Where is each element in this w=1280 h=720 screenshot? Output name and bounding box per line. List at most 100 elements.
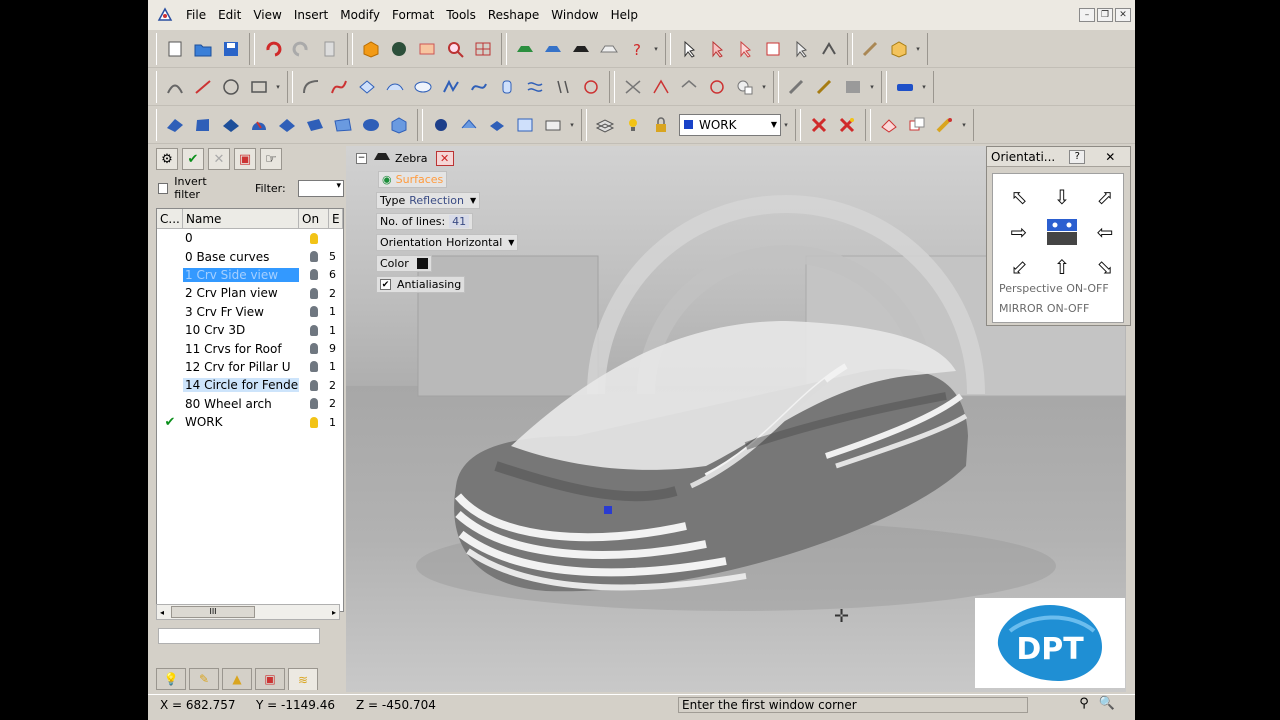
analyze-icon[interactable] [619, 73, 647, 101]
view-perspective-cube-icon[interactable] [1039, 214, 1085, 250]
antialiasing-toggle[interactable]: ✔ Antialiasing [376, 276, 466, 293]
layer-visibility-toggle[interactable] [299, 269, 329, 281]
menu-tools[interactable]: Tools [440, 0, 482, 30]
layer-name[interactable]: 14 Circle for Fender [183, 378, 299, 393]
layer-row[interactable]: 2 Crv Plan view 2 [157, 284, 343, 302]
mesh-icon[interactable] [521, 73, 549, 101]
layer-visibility-toggle[interactable] [299, 306, 329, 318]
save-icon[interactable] [217, 35, 245, 63]
scale-icon[interactable] [759, 35, 787, 63]
car-view-icon[interactable] [511, 35, 539, 63]
view-top-icon[interactable]: ⇩ [1039, 180, 1085, 214]
toolbar-more-icon-2[interactable]: ▾ [913, 45, 923, 53]
cube-icon[interactable] [885, 35, 913, 63]
layer-visibility-toggle[interactable] [299, 287, 329, 299]
antialiasing-checkbox[interactable]: ✔ [380, 279, 391, 290]
bridge-icon[interactable] [465, 73, 493, 101]
orientation-close-button[interactable]: ✕ [1105, 150, 1115, 164]
menu-view[interactable]: View [247, 0, 287, 30]
toolbar-more-icon-9[interactable]: ▾ [959, 121, 969, 129]
zoom-icon[interactable] [441, 35, 469, 63]
scroll-thumb[interactable]: III [171, 606, 255, 618]
curve-icon[interactable] [161, 73, 189, 101]
skin-icon[interactable] [273, 111, 301, 139]
toolbar-more-icon-4[interactable]: ▾ [759, 83, 769, 91]
open-icon[interactable] [189, 35, 217, 63]
layer-row[interactable]: 1 Crv Side view 6 [157, 266, 343, 284]
layer-visibility-toggle[interactable] [299, 379, 329, 391]
new-icon[interactable] [161, 35, 189, 63]
delete-all-icon[interactable] [833, 111, 861, 139]
view-right-icon[interactable]: ⇦ [1085, 214, 1125, 250]
layer-name[interactable]: 0 [183, 231, 299, 245]
dynamics-icon[interactable] [427, 111, 455, 139]
swatch-icon[interactable] [839, 73, 867, 101]
layer-name[interactable]: 11 Crvs for Roof [183, 342, 299, 356]
tab-textures[interactable]: ▲ [222, 668, 252, 690]
zoom-status-icon[interactable]: 🔍 [1099, 696, 1115, 711]
app-icon[interactable] [154, 4, 176, 26]
box-icon[interactable] [357, 35, 385, 63]
layer-select[interactable]: WORK ▼ [679, 113, 781, 136]
display-icon[interactable] [891, 73, 919, 101]
menu-reshape[interactable]: Reshape [482, 0, 545, 30]
layer-visibility-toggle[interactable] [299, 416, 329, 428]
layer-visibility-toggle[interactable] [299, 343, 329, 355]
pick-layer-icon[interactable]: ☞ [260, 148, 282, 170]
menu-window[interactable]: Window [545, 0, 604, 30]
restore-button[interactable]: ❐ [1097, 8, 1113, 22]
mirror-toggle[interactable]: MIRROR ON-OFF [999, 302, 1089, 315]
ruled-icon[interactable] [301, 111, 329, 139]
rotate-icon[interactable] [731, 35, 759, 63]
toolbar-more-icon-6[interactable]: ▾ [919, 83, 929, 91]
line-icon[interactable] [189, 73, 217, 101]
circle-icon[interactable] [217, 73, 245, 101]
help-icon[interactable]: ? [623, 35, 651, 63]
tab-layers[interactable]: ≋ [288, 668, 318, 690]
menu-insert[interactable]: Insert [288, 0, 334, 30]
collapse-icon[interactable]: − [356, 152, 367, 164]
move-icon[interactable] [703, 35, 731, 63]
pick-icon[interactable] [787, 35, 815, 63]
spline-icon[interactable] [437, 73, 465, 101]
grid-icon[interactable] [469, 35, 497, 63]
eraser-icon[interactable] [875, 111, 903, 139]
column-current[interactable]: C... [157, 209, 183, 228]
view-back-left-icon[interactable]: ⬁ [999, 180, 1039, 214]
color-picker[interactable]: Color [376, 255, 432, 272]
stack-layers-icon[interactable] [591, 111, 619, 139]
disc-icon[interactable] [329, 111, 357, 139]
layer-visibility-toggle[interactable] [299, 398, 329, 410]
menu-format[interactable]: Format [386, 0, 440, 30]
orientation-dropdown[interactable]: Orientation Horizontal ▼ [376, 234, 519, 251]
stack-icon[interactable] [483, 111, 511, 139]
column-name[interactable]: Name [183, 209, 299, 228]
column-on[interactable]: On [299, 209, 329, 228]
toolbar-more-icon[interactable]: ▾ [651, 45, 661, 53]
invert-filter-checkbox[interactable] [158, 182, 169, 194]
solid-icon[interactable] [357, 111, 385, 139]
sphere-icon[interactable] [385, 35, 413, 63]
redo-icon[interactable] [287, 35, 315, 63]
layer-name[interactable]: 10 Crv 3D [183, 323, 299, 337]
wand-icon[interactable] [857, 35, 885, 63]
layer-name[interactable]: 1 Crv Side view [183, 267, 299, 282]
layer-row[interactable]: 0 [157, 229, 343, 247]
layer-row[interactable]: 14 Circle for Fender 2 [157, 376, 343, 394]
layer-icon[interactable] [783, 73, 811, 101]
zoom-window-icon[interactable] [413, 35, 441, 63]
knot-icon[interactable] [647, 73, 675, 101]
copy-layer-button-icon[interactable]: ▣ [234, 148, 256, 170]
layer-visibility-toggle[interactable] [299, 361, 329, 373]
layer-name-input[interactable] [158, 628, 320, 644]
layer-row[interactable]: 0 Base curves 5 [157, 247, 343, 265]
check-icon[interactable]: ✔ [182, 148, 204, 170]
toolbar-more-icon-3[interactable]: ▾ [273, 83, 283, 91]
layer-visibility-toggle[interactable] [299, 324, 329, 336]
layer-row[interactable]: 80 Wheel arch 2 [157, 395, 343, 413]
extrude-icon[interactable] [217, 111, 245, 139]
cylinder-icon[interactable] [493, 73, 521, 101]
scroll-left-icon[interactable]: ◂ [157, 608, 167, 617]
fold-icon[interactable] [455, 111, 483, 139]
offset-icon[interactable] [381, 73, 409, 101]
